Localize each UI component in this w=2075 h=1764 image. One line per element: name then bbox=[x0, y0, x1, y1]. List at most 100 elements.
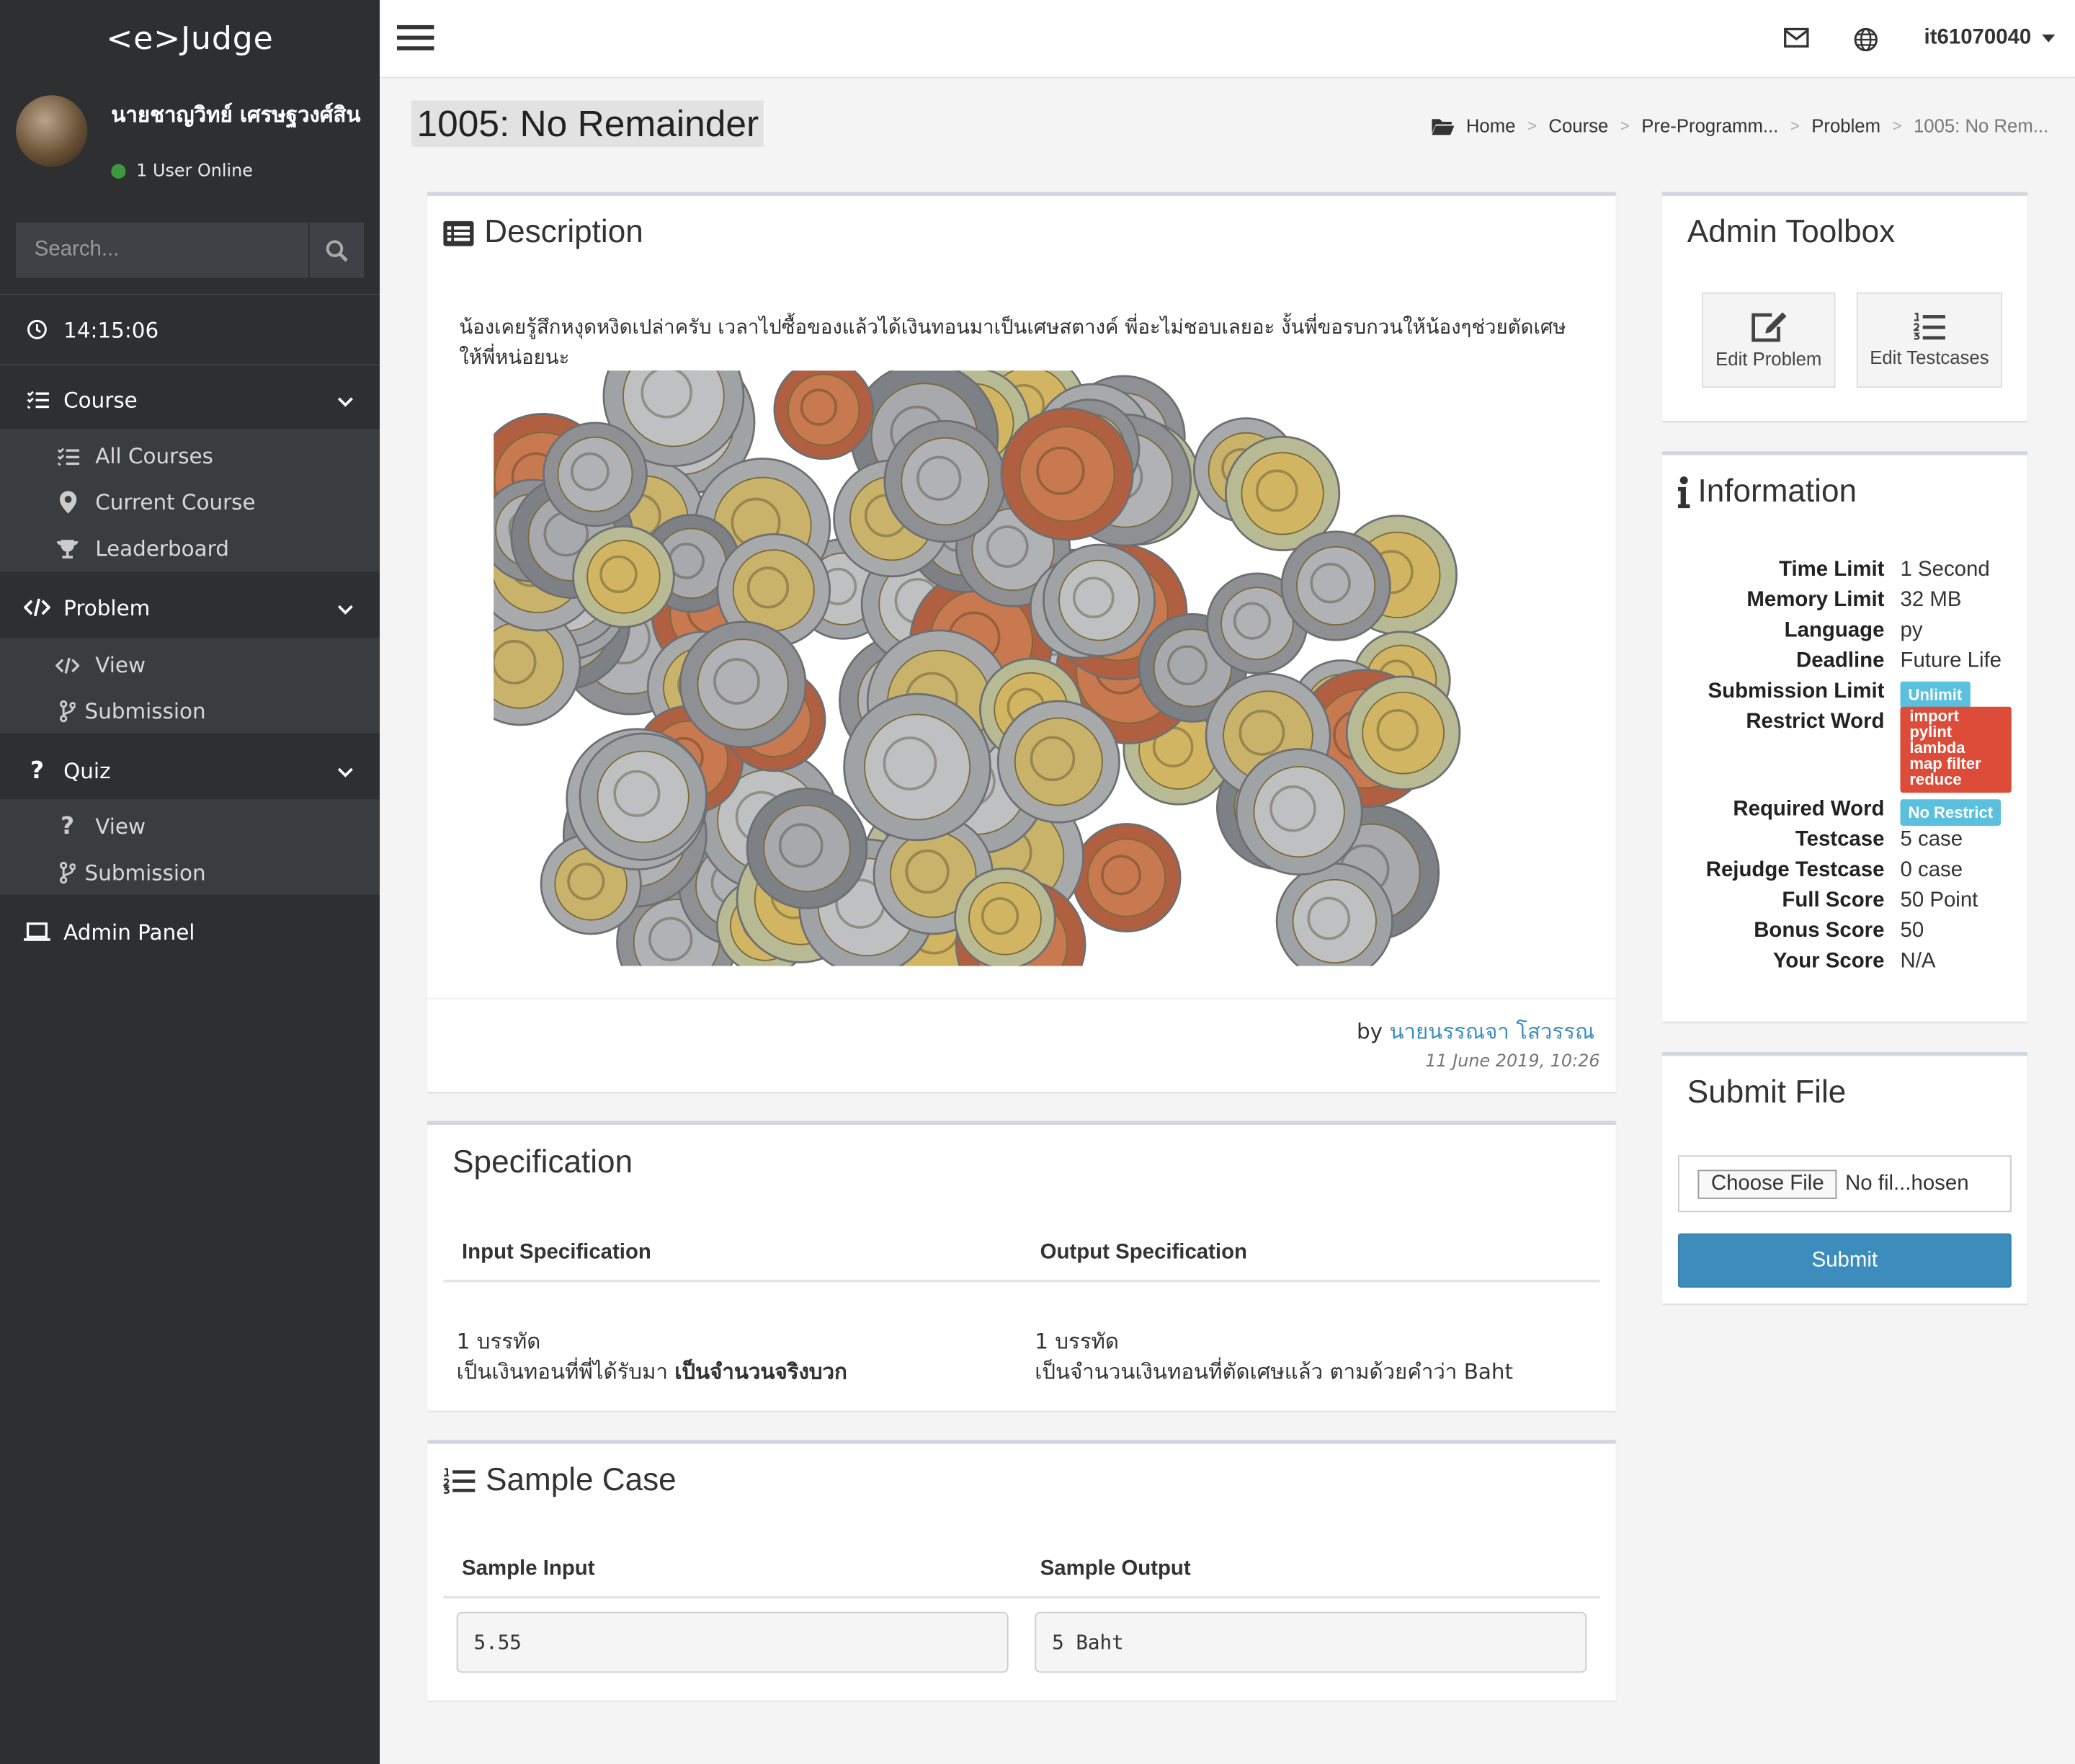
sidebar-item-all-courses[interactable]: All Courses bbox=[0, 433, 380, 479]
information-box: Information Time Limit 1 Second Memory Li… bbox=[1661, 451, 2027, 1022]
code-icon bbox=[24, 598, 50, 617]
app-logo[interactable]: <e>Judge bbox=[0, 0, 380, 77]
submit-file-box: Submit File Choose File No fil...hosen S… bbox=[1661, 1052, 2027, 1304]
file-input[interactable]: Choose File No fil...hosen bbox=[1677, 1155, 2012, 1213]
user-name: นายชาญวิทย์ เศรษฐวงศ์สิน bbox=[111, 102, 361, 128]
sidebar-item-label: Current Course bbox=[95, 489, 256, 515]
code-branch-icon bbox=[55, 861, 79, 884]
avatar bbox=[16, 95, 88, 167]
info-row-time-limit: Time Limit 1 Second bbox=[1662, 558, 2027, 589]
sidebar-menu-course-label: Course bbox=[63, 387, 138, 413]
restrict-word-badge: import pylint lambda map filter reduce bbox=[1900, 706, 2012, 793]
sidebar-item-admin-label: Admin Panel bbox=[63, 919, 195, 945]
admin-toolbox-title: Admin Toolbox bbox=[1687, 214, 1896, 251]
folder-icon bbox=[1432, 118, 1455, 135]
sidebar-item-problem-submission[interactable]: Submission bbox=[0, 688, 380, 734]
admin-toolbox-box: Admin Toolbox Edit Problem Edit Testcase… bbox=[1661, 192, 2027, 422]
caret-down-icon bbox=[2041, 34, 2056, 43]
input-spec: 1 บรรทัด เป็นเงินทอนที่พี่ได้รับมา เป็นจ… bbox=[457, 1326, 847, 1386]
info-value: py bbox=[1900, 619, 1923, 642]
breadcrumb-home[interactable]: Home bbox=[1466, 115, 1516, 136]
restrict-word: lambda bbox=[1909, 738, 1965, 757]
globe-icon[interactable] bbox=[1854, 27, 1878, 57]
breadcrumb: Home > Course > Pre-Programm... > Proble… bbox=[1432, 115, 2048, 136]
page-title: 1005: No Remainder bbox=[411, 100, 764, 147]
restrict-word: reduce bbox=[1909, 770, 1962, 789]
status-badge: No Restrict bbox=[1900, 799, 2002, 826]
specification-box: Specification Input Specification Output… bbox=[427, 1121, 1616, 1411]
sidebar-item-current-course[interactable]: Current Course bbox=[0, 479, 380, 525]
list-icon bbox=[55, 447, 79, 466]
list-alt-icon bbox=[443, 220, 474, 246]
sidebar-item-problem-view[interactable]: View bbox=[0, 642, 380, 688]
sidebar-item-quiz-submission[interactable]: Submission bbox=[0, 850, 380, 896]
code-branch-icon bbox=[55, 700, 79, 723]
sidebar-item-label: Submission bbox=[84, 698, 206, 724]
sample-output-header: Sample Output bbox=[1040, 1557, 1191, 1580]
breadcrumb-course[interactable]: Course bbox=[1548, 115, 1608, 136]
submit-file-title: Submit File bbox=[1687, 1074, 1847, 1110]
breadcrumb-separator: > bbox=[1790, 116, 1800, 135]
info-value: N/A bbox=[1900, 950, 1936, 973]
search-form bbox=[16, 222, 365, 278]
chevron-down-icon bbox=[337, 757, 353, 783]
sidebar-item-label: All Courses bbox=[95, 443, 213, 469]
info-key: Bonus Score bbox=[1754, 919, 1885, 943]
input-spec-line: 1 บรรทัด bbox=[456, 1328, 541, 1354]
edit-problem-button[interactable]: Edit Problem bbox=[1701, 292, 1836, 388]
sidebar-menu-quiz[interactable]: ? Quiz bbox=[0, 745, 380, 796]
search-icon bbox=[326, 239, 348, 262]
clock-icon bbox=[24, 319, 50, 340]
search-input[interactable] bbox=[16, 222, 308, 278]
info-value: 5 case bbox=[1900, 828, 1963, 851]
information-title: Information bbox=[1697, 473, 1857, 510]
submit-button[interactable]: Submit bbox=[1677, 1233, 2012, 1288]
sample-output-box[interactable]: 5 Baht bbox=[1035, 1611, 1587, 1673]
input-spec-header: Input Specification bbox=[462, 1241, 651, 1264]
description-header: Description bbox=[443, 215, 643, 251]
user-menu[interactable]: it61070040 bbox=[1924, 27, 2056, 50]
sidebar-item-quiz-view[interactable]: ? View bbox=[0, 803, 380, 850]
menu-toggle-icon[interactable] bbox=[397, 24, 434, 52]
info-row-bonus-score: Bonus Score 50 bbox=[1662, 919, 2027, 950]
clock-time: 14:15:06 bbox=[63, 316, 159, 342]
envelope-icon[interactable] bbox=[1784, 27, 1809, 53]
info-key: Memory Limit bbox=[1746, 589, 1885, 612]
info-row-required-word: Required Word No Restrict bbox=[1662, 798, 2027, 828]
info-value: 32 MB bbox=[1900, 589, 1962, 612]
breadcrumb-problem[interactable]: Problem bbox=[1811, 115, 1880, 136]
output-spec-line: 1 บรรทัด bbox=[1035, 1328, 1120, 1354]
sidebar-item-label: Leaderboard bbox=[95, 535, 229, 561]
info-row-deadline: Deadline Future Life bbox=[1662, 650, 2027, 680]
sample-input-box[interactable]: 5.55 bbox=[456, 1611, 1009, 1673]
author-link[interactable]: นายนรรณจา โสวรรณ bbox=[1389, 1019, 1594, 1044]
sidebar-menu-problem[interactable]: Problem bbox=[0, 582, 380, 633]
user-account: it61070040 bbox=[1924, 26, 2032, 49]
edit-testcases-button[interactable]: Edit Testcases bbox=[1856, 292, 2002, 388]
search-button[interactable] bbox=[308, 222, 365, 278]
breadcrumb-course-name[interactable]: Pre-Programm... bbox=[1641, 115, 1778, 136]
info-key: Required Word bbox=[1733, 798, 1885, 821]
input-spec-bold: เป็นจำนวนจริงบวก bbox=[674, 1359, 847, 1384]
sidebar-item-leaderboard[interactable]: Leaderboard bbox=[0, 525, 380, 571]
sidebar-menu-course[interactable]: Course bbox=[0, 375, 380, 425]
info-value: Future Life bbox=[1900, 649, 2002, 672]
info-row-full-score: Full Score 50 Point bbox=[1662, 889, 2027, 919]
coins-image bbox=[494, 370, 1465, 966]
sample-case-box: Sample Case Sample Input Sample Output 5… bbox=[427, 1440, 1616, 1701]
online-status: 1 User Online bbox=[111, 161, 253, 182]
info-key: Testcase bbox=[1795, 828, 1885, 851]
clock: 14:15:06 bbox=[0, 304, 380, 355]
output-spec-line: เป็นจำนวนเงินทอนที่ตัดเศษแล้ว ตามด้วยคำว… bbox=[1035, 1359, 1514, 1384]
info-row-language: Language py bbox=[1662, 619, 2027, 649]
output-spec-header: Output Specification bbox=[1040, 1241, 1248, 1264]
question-icon: ? bbox=[30, 756, 45, 785]
breadcrumb-current: 1005: No Rem... bbox=[1913, 115, 2049, 137]
list-ol-icon bbox=[443, 1468, 476, 1494]
sidebar-item-admin-panel[interactable]: Admin Panel bbox=[0, 906, 380, 957]
breadcrumb-separator: > bbox=[1527, 116, 1537, 135]
code-icon bbox=[55, 656, 80, 674]
choose-file-button[interactable]: Choose File bbox=[1697, 1169, 1838, 1198]
sidebar-item-label: Submission bbox=[84, 860, 206, 886]
description-box: Description น้องเคยรู้สึกหงุดหงิดเปล่าคร… bbox=[427, 192, 1616, 1092]
